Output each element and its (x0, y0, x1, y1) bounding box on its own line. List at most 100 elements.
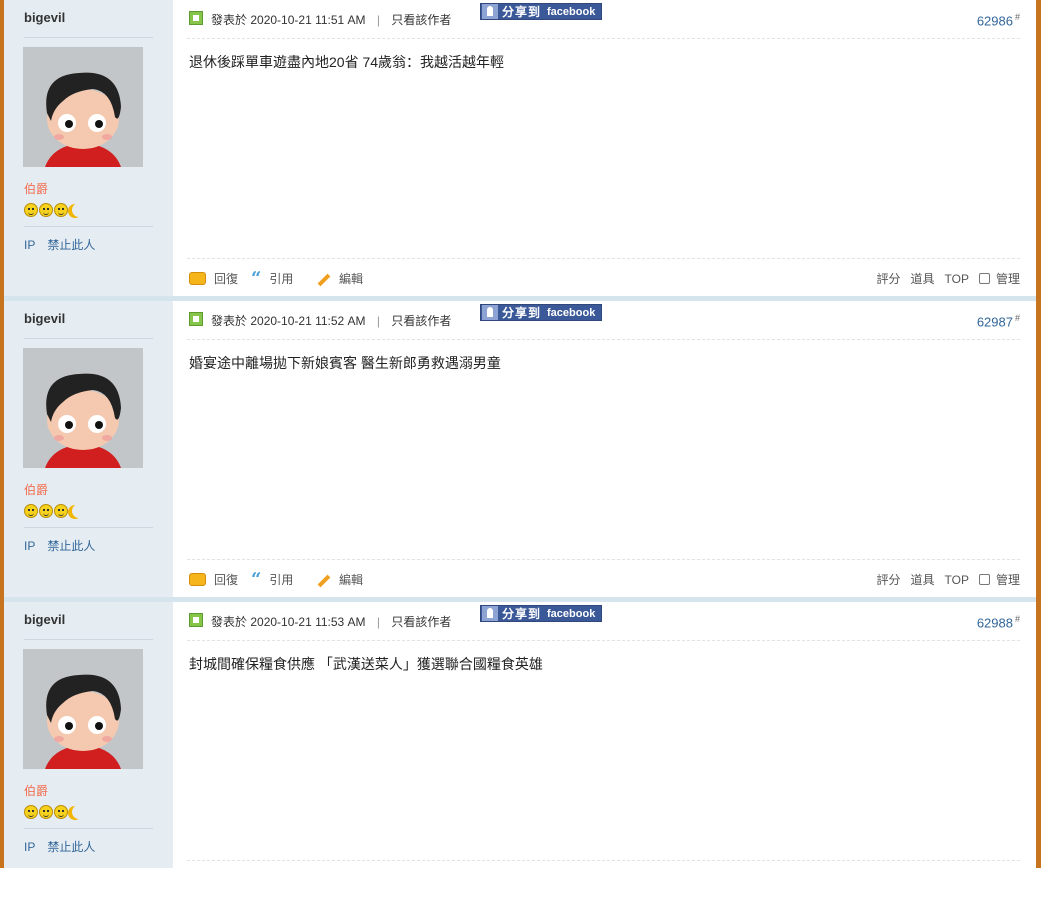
post-header: 發表於 2020-10-21 11:53 AM | 只看該作者 分享到 face… (187, 602, 1020, 641)
post-timestamp: 2020-10-21 11:51 AM (250, 13, 366, 27)
post: bigevil 伯爵 IP 禁止此人 發表於 202 (4, 602, 1036, 868)
post-meta: 發表於 2020-10-21 11:53 AM | 只看該作者 (211, 615, 452, 629)
quote-icon: “ (251, 568, 262, 590)
smiley-icon (24, 804, 38, 819)
post-number-value: 62988 (976, 615, 1013, 631)
manage-checkbox[interactable] (978, 574, 990, 585)
posted-label: 發表於 (211, 615, 248, 629)
post-timestamp: 2020-10-21 11:53 AM (250, 615, 366, 629)
frame-right-edge (1036, 0, 1041, 868)
rank-stars (24, 202, 86, 218)
post-number[interactable]: 62988 # (977, 614, 1020, 630)
rate-link[interactable]: 評分 (877, 270, 901, 287)
divider (24, 527, 153, 528)
share-brand: facebook (547, 607, 596, 620)
share-facebook-button[interactable]: 分享到 facebook (480, 3, 602, 20)
quote-button[interactable]: “ 引用 (251, 568, 294, 590)
post-main: 發表於 2020-10-21 11:53 AM | 只看該作者 分享到 face… (173, 602, 1036, 868)
ban-user-link[interactable]: 禁止此人 (47, 840, 95, 854)
edit-button[interactable]: 編輯 (315, 571, 363, 588)
quote-label: 引用 (269, 573, 294, 587)
rate-link[interactable]: 評分 (877, 571, 901, 588)
quote-icon: “ (251, 267, 262, 289)
avatar[interactable] (23, 649, 143, 769)
ip-link[interactable]: IP (24, 238, 35, 252)
quote-button[interactable]: “ 引用 (251, 267, 294, 289)
share-label: 分享到 (502, 306, 542, 320)
author-name[interactable]: bigevil (24, 612, 65, 627)
only-author-link[interactable]: 只看該作者 (391, 314, 451, 328)
post-content: 封城間確保糧食供應 「武漢送菜人」獲選聯合國糧食英雄 (189, 656, 543, 672)
tools-link[interactable]: 道具 (911, 270, 935, 287)
green-post-icon (189, 613, 203, 627)
facebook-share-icon (482, 4, 498, 19)
post-number-suffix: # (1014, 313, 1020, 323)
reply-label: 回復 (214, 272, 239, 286)
smiley-icon (24, 202, 38, 217)
post-sidebar: bigevil 伯爵 IP 禁止此人 (4, 602, 173, 868)
footer-right-actions: 評分 道具 TOP 管理 (867, 270, 1021, 287)
post-number[interactable]: 62986 # (977, 12, 1020, 28)
tools-link[interactable]: 道具 (911, 571, 935, 588)
post-meta: 發表於 2020-10-21 11:52 AM | 只看該作者 (211, 314, 452, 328)
reply-button[interactable]: 回復 (189, 571, 238, 588)
post: bigevil 伯爵 IP 禁止此人 發表於 202 (4, 301, 1036, 597)
post-main: 發表於 2020-10-21 11:52 AM | 只看該作者 分享到 face… (173, 301, 1036, 597)
post-timestamp: 2020-10-21 11:52 AM (250, 314, 366, 328)
only-author-link[interactable]: 只看該作者 (391, 13, 451, 27)
share-facebook-button[interactable]: 分享到 facebook (480, 304, 602, 321)
post-number-value: 62986 (976, 13, 1013, 29)
green-post-icon (189, 11, 203, 25)
post-number-suffix: # (1014, 12, 1020, 22)
quote-label: 引用 (269, 272, 294, 286)
post-main: 發表於 2020-10-21 11:51 AM | 只看該作者 分享到 face… (173, 0, 1036, 296)
facebook-share-icon (482, 305, 498, 320)
ban-user-link[interactable]: 禁止此人 (47, 539, 95, 553)
ban-user-link[interactable]: 禁止此人 (47, 238, 95, 252)
post-number-suffix: # (1014, 614, 1020, 624)
smiley-icon (39, 804, 53, 819)
share-label: 分享到 (502, 5, 542, 19)
edit-label: 編輯 (339, 573, 364, 587)
sidebar-links: IP 禁止此人 (24, 236, 107, 253)
user-rank: 伯爵 (24, 483, 49, 497)
reply-button[interactable]: 回復 (189, 270, 238, 287)
ip-link[interactable]: IP (24, 840, 35, 854)
only-author-link[interactable]: 只看該作者 (391, 615, 451, 629)
author-name[interactable]: bigevil (24, 311, 65, 326)
edit-pencil-icon (315, 272, 331, 286)
author-name[interactable]: bigevil (24, 10, 65, 25)
green-post-icon (189, 312, 203, 326)
post-sidebar: bigevil 伯爵 IP 禁止此人 (4, 0, 173, 296)
rank-stars (24, 804, 86, 820)
reply-icon (189, 573, 206, 586)
post: bigevil 伯爵 IP 禁止此人 發表於 202 (4, 0, 1036, 296)
share-brand: facebook (547, 306, 596, 319)
manage-label: 管理 (995, 573, 1020, 587)
share-label: 分享到 (502, 607, 542, 621)
facebook-share-icon (482, 606, 498, 621)
avatar[interactable] (23, 47, 143, 167)
manage-checkbox[interactable] (978, 273, 990, 284)
rank-stars (24, 503, 86, 519)
post-number-value: 62987 (976, 314, 1013, 330)
reply-label: 回復 (214, 573, 239, 587)
user-rank: 伯爵 (24, 784, 49, 798)
reply-icon (189, 272, 206, 285)
avatar[interactable] (23, 348, 143, 468)
top-link[interactable]: TOP (945, 573, 969, 587)
smiley-icon (39, 503, 53, 518)
top-link[interactable]: TOP (945, 272, 969, 286)
divider (24, 828, 153, 829)
ip-link[interactable]: IP (24, 539, 35, 553)
post-content: 婚宴途中離場拋下新娘賓客 醫生新郎勇救遇溺男童 (189, 355, 501, 371)
post-footer: 回復 “ 引用 編輯 評分 道具 TOP 管理 (187, 258, 1020, 297)
share-facebook-button[interactable]: 分享到 facebook (480, 605, 602, 622)
divider (24, 338, 153, 339)
edit-label: 編輯 (339, 272, 364, 286)
post-content: 退休後踩單車遊盡內地20省 74歲翁：我越活越年輕 (189, 54, 505, 70)
user-rank: 伯爵 (24, 182, 49, 196)
post-number[interactable]: 62987 # (977, 313, 1020, 329)
edit-button[interactable]: 編輯 (315, 270, 363, 287)
footer-right-actions: 評分 道具 TOP 管理 (867, 571, 1021, 588)
